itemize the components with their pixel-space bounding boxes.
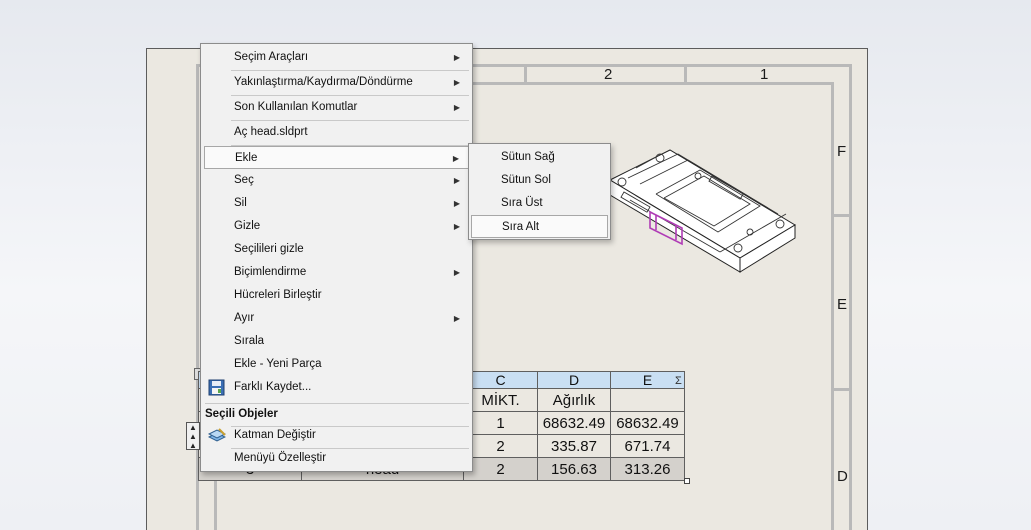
menu-item-label: Seç	[234, 174, 254, 186]
save-as-icon	[208, 379, 225, 396]
menu-item-change-layer[interactable]: Katman Değiştir	[204, 424, 469, 447]
zone-divider	[524, 64, 527, 82]
weight-cell[interactable]: 156.63	[537, 457, 611, 481]
column-title-total[interactable]	[610, 388, 685, 412]
submenu-item-row-above[interactable]: Sıra Üst	[471, 192, 608, 215]
menu-item-label: Seçilileri gizle	[234, 243, 304, 255]
menu-item-merge-cells[interactable]: Hücreleri Birleştir	[204, 284, 469, 307]
zone-divider	[834, 388, 852, 391]
qty-cell[interactable]: 2	[463, 434, 538, 458]
context-menu: Seçim Araçları ▶ Yakınlaştırma/Kaydırma/…	[200, 43, 473, 472]
part-isometric-view[interactable]	[600, 140, 800, 280]
submenu-item-label: Sütun Sağ	[501, 151, 555, 163]
zone-divider	[684, 64, 687, 82]
qty-cell[interactable]: 1	[463, 411, 538, 435]
submenu-arrow-icon: ▶	[453, 176, 460, 185]
menu-item-label: Son Kullanılan Komutlar	[234, 101, 358, 113]
menu-item-label: Menüyü Özelleştir	[234, 452, 327, 464]
menu-item-sort[interactable]: Sırala	[204, 330, 469, 353]
submenu-item-label: Sütun Sol	[501, 174, 551, 186]
menu-item-insert-new-part[interactable]: Ekle - Yeni Parça	[204, 353, 469, 376]
zone-divider	[834, 214, 852, 217]
menu-item-label: Aç head.sldprt	[234, 126, 308, 138]
layer-icon	[208, 428, 226, 442]
menu-item-label: Ayır	[234, 312, 255, 324]
zone-label-top: 1	[760, 66, 769, 83]
submenu-arrow-icon: ▶	[453, 199, 460, 208]
zone-label-right: E	[837, 296, 848, 313]
menu-item-label: Biçimlendirme	[234, 266, 307, 278]
menu-item-insert[interactable]: Ekle ▶	[204, 146, 469, 169]
submenu-arrow-icon: ▶	[453, 268, 460, 277]
weight-cell[interactable]: 68632.49	[537, 411, 611, 435]
submenu-arrow-icon: ▶	[453, 78, 460, 87]
column-title-weight[interactable]: Ağırlık	[537, 388, 611, 412]
table-resize-handle[interactable]	[684, 478, 690, 484]
total-cell[interactable]: 313.26	[610, 457, 685, 481]
menu-item-zoom-pan-rotate[interactable]: Yakınlaştırma/Kaydırma/Döndürme ▶	[204, 71, 469, 94]
qty-cell[interactable]: 2	[463, 457, 538, 481]
menu-item-selection-tools[interactable]: Seçim Araçları ▶	[204, 46, 469, 69]
row-grip-handle[interactable]: ▲ ▲ ▲	[186, 422, 200, 450]
submenu-arrow-icon: ▶	[453, 314, 460, 323]
menu-item-label: Hücreleri Birleştir	[234, 289, 322, 301]
menu-item-label: Seçim Araçları	[234, 51, 309, 63]
zone-label-top: 2	[604, 66, 613, 83]
header-cell-d[interactable]: D	[537, 371, 611, 389]
menu-item-label: Katman Değiştir	[234, 429, 316, 441]
insert-submenu: Sütun Sağ Sütun Sol Sıra Üst Sıra Alt	[468, 143, 611, 240]
menu-item-label: Sil	[234, 197, 247, 209]
menu-item-select[interactable]: Seç ▶	[204, 169, 469, 192]
submenu-arrow-icon: ▶	[453, 103, 460, 112]
submenu-arrow-icon: ▶	[453, 222, 460, 231]
menu-item-label: Ekle	[235, 152, 258, 164]
submenu-item-label: Sıra Alt	[502, 221, 540, 233]
menu-item-label: Yakınlaştırma/Kaydırma/Döndürme	[234, 76, 413, 88]
menu-item-formatting[interactable]: Biçimlendirme ▶	[204, 261, 469, 284]
selected-objects-header: Seçili Objeler	[205, 403, 469, 424]
menu-item-recent-commands[interactable]: Son Kullanılan Komutlar ▶	[204, 96, 469, 119]
menu-item-label: Farklı Kaydet...	[234, 381, 312, 393]
submenu-arrow-icon: ▶	[452, 154, 459, 163]
menu-item-label: Sırala	[234, 335, 265, 347]
sigma-icon: Σ	[675, 375, 682, 387]
menu-item-hide[interactable]: Gizle ▶	[204, 215, 469, 238]
menu-item-save-as[interactable]: Farklı Kaydet...	[204, 376, 469, 399]
menu-item-label: Ekle - Yeni Parça	[234, 358, 322, 370]
menu-item-delete[interactable]: Sil ▶	[204, 192, 469, 215]
menu-item-open-part[interactable]: Aç head.sldprt	[204, 121, 469, 144]
submenu-item-row-below[interactable]: Sıra Alt	[471, 215, 608, 238]
menu-item-customize-menu[interactable]: Menüyü Özelleştir	[204, 447, 469, 470]
column-title-qty[interactable]: MİKT.	[463, 388, 538, 412]
submenu-item-column-left[interactable]: Sütun Sol	[471, 169, 608, 192]
header-cell-c[interactable]: C	[463, 371, 538, 389]
menu-item-hide-selected[interactable]: Seçilileri gizle	[204, 238, 469, 261]
total-cell[interactable]: 671.74	[610, 434, 685, 458]
submenu-item-label: Sıra Üst	[501, 197, 543, 209]
submenu-arrow-icon: ▶	[453, 53, 460, 62]
header-cell-e[interactable]: E	[610, 371, 685, 389]
total-cell[interactable]: 68632.49	[610, 411, 685, 435]
weight-cell[interactable]: 335.87	[537, 434, 611, 458]
zone-label-right: D	[837, 468, 848, 485]
zone-label-right: F	[837, 143, 847, 160]
menu-item-split[interactable]: Ayır ▶	[204, 307, 469, 330]
menu-item-label: Gizle	[234, 220, 261, 232]
submenu-item-column-right[interactable]: Sütun Sağ	[471, 146, 608, 169]
